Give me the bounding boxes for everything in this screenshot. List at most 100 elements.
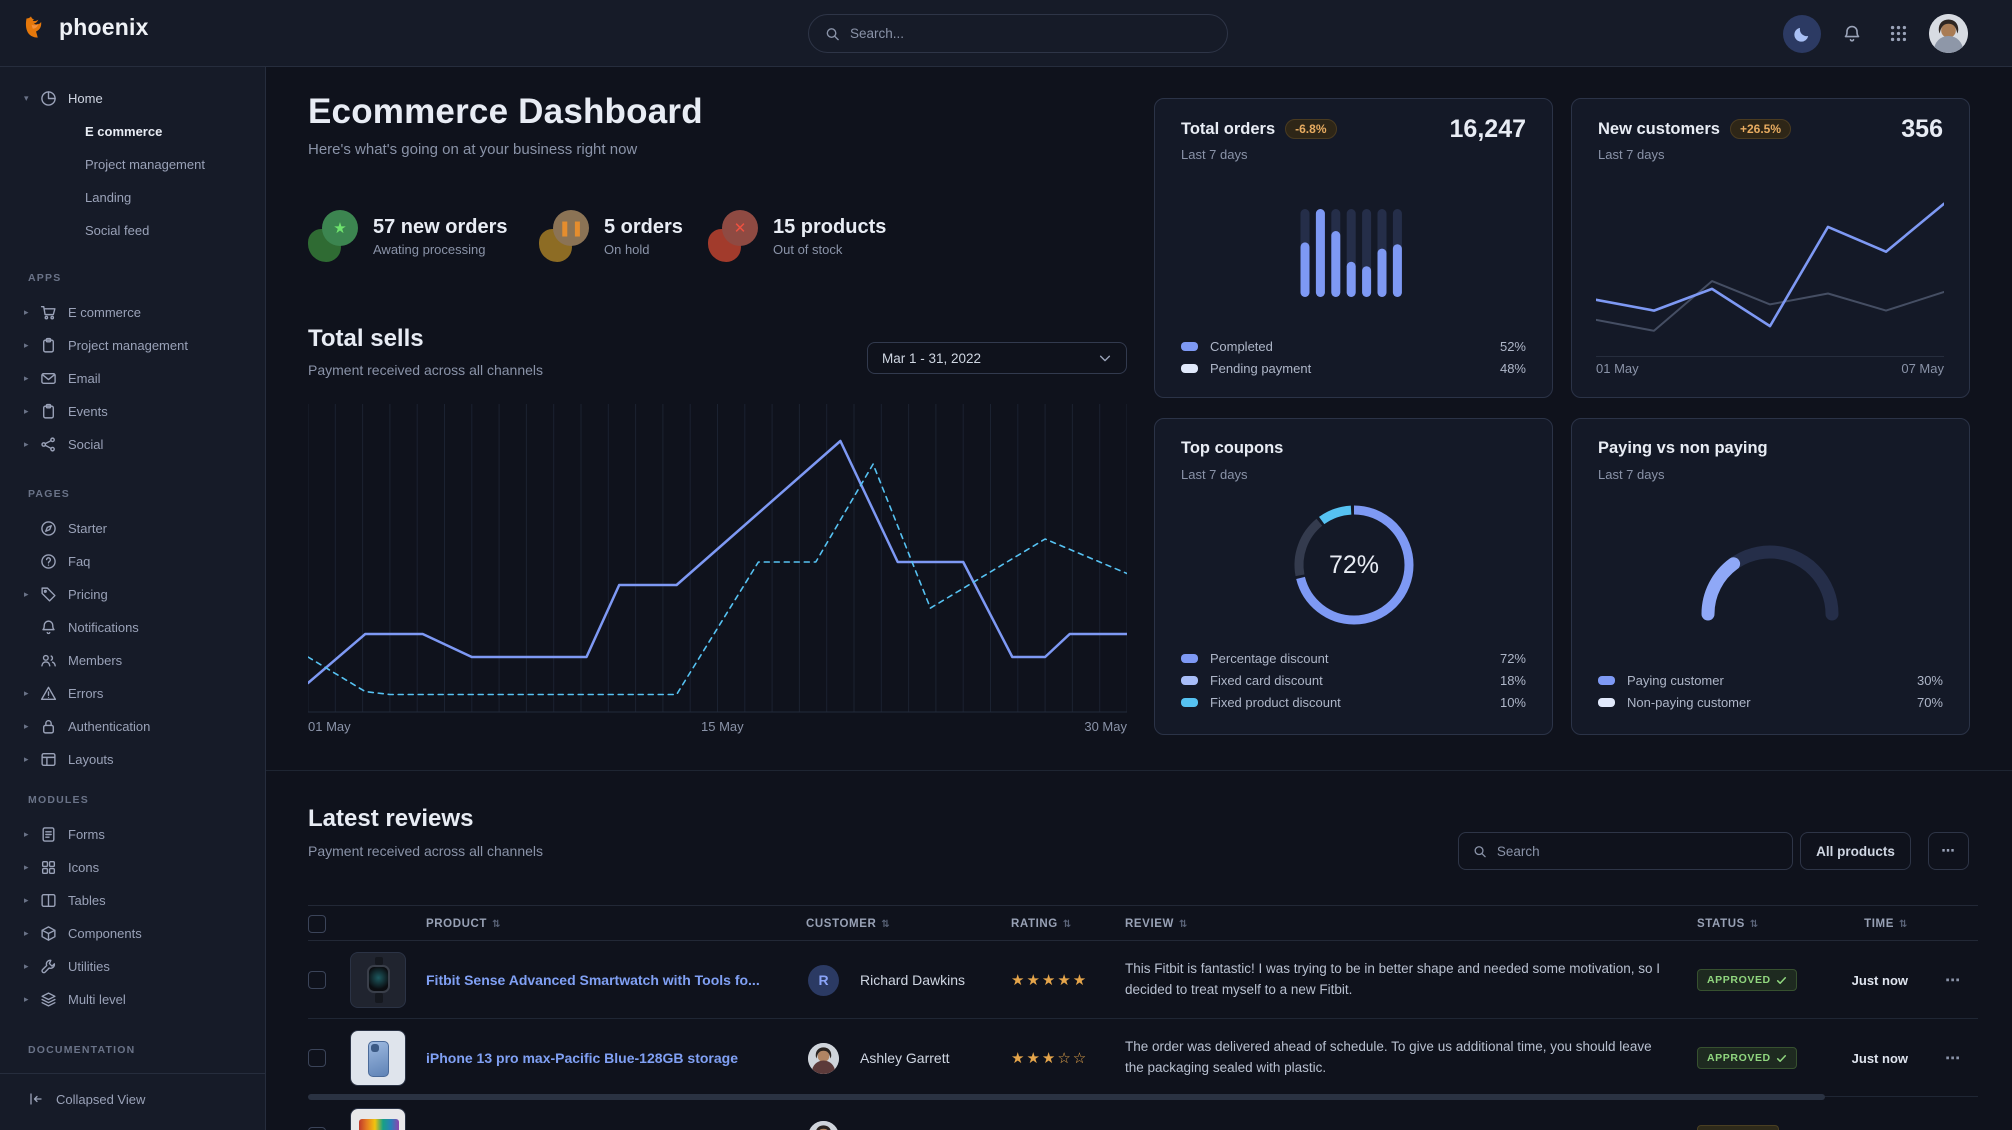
legend-item-fixed-product-discount: Fixed product discount10% [1181, 691, 1526, 713]
legend-swatch [1181, 698, 1198, 707]
donut-center-label: 72% [1292, 503, 1416, 627]
reviews-search[interactable] [1458, 832, 1793, 870]
sidebar-item-project-management[interactable]: Project management [0, 148, 266, 181]
card-period: Last 7 days [1181, 147, 1248, 162]
notifications-button[interactable] [1837, 19, 1867, 49]
user-avatar[interactable] [1929, 14, 1968, 53]
column-header-rating[interactable]: RATING⇅ [1011, 906, 1072, 942]
latest-reviews-subtitle: Payment received across all channels [308, 843, 543, 859]
sidebar-item-e-commerce[interactable]: E commerce [0, 115, 266, 148]
brand-logo[interactable]: phoenix [22, 14, 149, 41]
row-actions-button[interactable]: ⋯ [1933, 1019, 1973, 1097]
new-customers-line-chart [1596, 186, 1944, 358]
product-link[interactable]: iPhone 13 pro max-Pacific Blue-128GB sto… [426, 1050, 738, 1066]
sidebar-item-multi-level[interactable]: ▸Multi level [0, 983, 266, 1016]
column-header-product[interactable]: PRODUCT⇅ [426, 906, 501, 942]
columns-icon [40, 892, 57, 909]
column-header-time[interactable]: TIME⇅ [1798, 906, 1908, 942]
total-sells-chart [308, 400, 1127, 713]
x-tick: 07 May [1901, 361, 1944, 376]
caret-down-icon: ▾ [24, 93, 40, 104]
sidebar-item-tables[interactable]: ▸Tables [0, 884, 266, 917]
sidebar-item-notifications[interactable]: Notifications [0, 611, 266, 644]
product-link[interactable]: Fitbit Sense Advanced Smartwatch with To… [426, 972, 760, 988]
all-products-button[interactable]: All products [1800, 832, 1911, 870]
date-range-select[interactable]: Mar 1 - 31, 2022 [867, 342, 1127, 374]
sidebar-item-utilities[interactable]: ▸Utilities [0, 950, 266, 983]
sort-icon: ⇅ [1179, 919, 1188, 930]
brand-name: phoenix [59, 14, 149, 41]
status-badge: APPROVED [1697, 1047, 1797, 1069]
moon-icon [1793, 25, 1811, 43]
legend-value: 72% [1500, 651, 1526, 666]
sidebar-item-email[interactable]: ▸Email [0, 362, 266, 395]
sidebar-item-landing[interactable]: Landing [0, 181, 266, 214]
legend-swatch [1181, 342, 1198, 351]
sidebar-item-members[interactable]: Members [0, 644, 266, 677]
pause-status-icon: ❚❚ [539, 210, 589, 262]
legend-value: 70% [1917, 695, 1943, 710]
stats-row: ★57 new ordersAwating processing❚❚5 orde… [308, 210, 1068, 268]
row-select-cell [308, 941, 326, 1019]
sidebar-item-project-management[interactable]: ▸Project management [0, 329, 266, 362]
avatar-photo [808, 1121, 839, 1130]
sidebar-item-home[interactable]: ▾Home [0, 82, 266, 115]
question-icon [40, 553, 57, 570]
sidebar-item-components[interactable]: ▸Components [0, 917, 266, 950]
sidebar-item-e-commerce[interactable]: ▸E commerce [0, 296, 266, 329]
stat-caption: On hold [604, 242, 683, 257]
phoenix-flame-icon [22, 14, 49, 41]
new-customers-value: 356 [1901, 115, 1943, 144]
select-all-checkbox[interactable] [308, 915, 326, 933]
product-thumbnail [350, 941, 406, 1019]
status-badge [1697, 1125, 1779, 1130]
sidebar-item-starter[interactable]: Starter [0, 512, 266, 545]
legend-item-pending-payment: Pending payment48% [1181, 357, 1526, 379]
sidebar-item-social-feed[interactable]: Social feed [0, 214, 266, 247]
warning-icon [40, 685, 57, 702]
table-horizontal-scrollbar[interactable] [308, 1094, 1825, 1100]
total-orders-value: 16,247 [1450, 115, 1526, 144]
layers-icon [40, 991, 57, 1008]
delta-badge: +26.5% [1730, 119, 1791, 139]
sidebar-item-forms[interactable]: ▸Forms [0, 818, 266, 851]
product-cell: Fitbit Sense Advanced Smartwatch with To… [426, 941, 796, 1019]
sidebar-item-pricing[interactable]: ▸Pricing [0, 578, 266, 611]
collapsed-view-toggle[interactable]: Collapsed View [0, 1082, 265, 1116]
sidebar-item-errors[interactable]: ▸Errors [0, 677, 266, 710]
row-checkbox[interactable] [308, 1049, 326, 1067]
legend-swatch [1181, 364, 1198, 373]
global-search[interactable] [808, 14, 1228, 53]
card-title: Top coupons [1181, 439, 1283, 458]
column-header-status[interactable]: STATUS⇅ [1697, 906, 1759, 942]
sidebar-item-social[interactable]: ▸Social [0, 428, 266, 461]
table-more-button[interactable]: ⋯ [1928, 832, 1969, 870]
x-tick: 01 May [1596, 361, 1639, 376]
sidebar-item-authentication[interactable]: ▸Authentication [0, 710, 266, 743]
customer-name: Ashley Garrett [860, 1019, 949, 1097]
column-header-customer[interactable]: CUSTOMER⇅ [806, 906, 890, 942]
global-search-input[interactable] [850, 26, 1211, 41]
row-actions-button[interactable]: ⋯ [1933, 941, 1973, 1019]
row-checkbox[interactable] [308, 971, 326, 989]
review-row-1: Fitbit Sense Advanced Smartwatch with To… [308, 941, 1978, 1019]
reviews-search-input[interactable] [1497, 844, 1778, 859]
bell-icon [1842, 24, 1862, 44]
users-icon [40, 652, 57, 669]
caret-right-icon: ▸ [24, 895, 40, 906]
legend-item-paying-customer: Paying customer30% [1598, 669, 1943, 691]
sidebar-item-icons[interactable]: ▸Icons [0, 851, 266, 884]
sidebar-item-faq[interactable]: Faq [0, 545, 266, 578]
card-period: Last 7 days [1181, 467, 1248, 482]
sidebar-item-events[interactable]: ▸Events [0, 395, 266, 428]
theme-toggle-button[interactable] [1783, 15, 1821, 53]
sidebar-section-documentation: DOCUMENTATION [28, 1044, 135, 1056]
apps-menu-button[interactable] [1883, 19, 1913, 49]
cart-icon [40, 304, 57, 321]
share-icon [40, 436, 57, 453]
x-tick: 30 May [1084, 719, 1127, 734]
check-icon [1776, 1053, 1787, 1064]
column-header-review[interactable]: REVIEW⇅ [1125, 906, 1188, 942]
sidebar-item-layouts[interactable]: ▸Layouts [0, 743, 266, 776]
layout-icon [40, 751, 57, 768]
